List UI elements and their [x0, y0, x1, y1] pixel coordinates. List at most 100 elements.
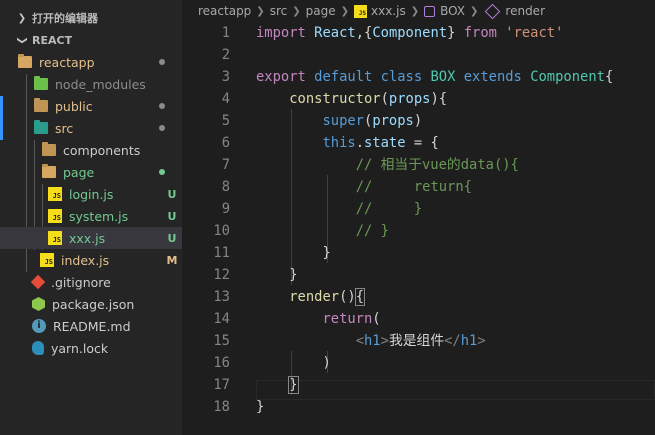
- tree-item-yarn-lock[interactable]: yarn.lock: [0, 337, 182, 359]
- tree-item-xxx-js[interactable]: JS xxx.js U: [0, 227, 182, 249]
- tree-item-index-js[interactable]: JS index.js M: [0, 249, 182, 271]
- code-line[interactable]: 8 // return{: [182, 176, 655, 198]
- code-token: Component: [530, 69, 605, 85]
- status-dot: [159, 59, 165, 65]
- code-line[interactable]: 16 ): [182, 352, 655, 374]
- project-section[interactable]: ❯ REACT: [0, 29, 182, 51]
- yarn-icon: [32, 341, 44, 355]
- code-token: }: [322, 245, 331, 261]
- tree-item-reactapp[interactable]: reactapp: [0, 51, 182, 73]
- line-number: 1: [221, 25, 230, 41]
- code-token: Component: [372, 25, 448, 41]
- line-code: render(){: [256, 286, 366, 308]
- code-line[interactable]: 11 }: [182, 242, 655, 264]
- code-token: }: [447, 25, 464, 41]
- breadcrumb-item[interactable]: render: [505, 4, 545, 18]
- tree-item-page[interactable]: page: [0, 161, 182, 183]
- line-code: }: [256, 396, 264, 418]
- tree-item-public[interactable]: public: [0, 95, 182, 117]
- method-icon: [485, 3, 501, 19]
- code-line[interactable]: 9 // }: [182, 198, 655, 220]
- explorer-sidebar: ❯ 打开的编辑器 ❯ REACT reactapp node_modules p…: [0, 0, 182, 435]
- line-number: 4: [221, 91, 230, 107]
- code-token: export: [256, 69, 306, 85]
- code-line[interactable]: 17 }: [182, 374, 655, 396]
- code-token: </: [444, 333, 461, 349]
- code-token: default: [314, 69, 373, 85]
- code-token: // 相当于vue的data(){: [355, 157, 519, 173]
- breadcrumb-item[interactable]: src: [270, 4, 288, 18]
- code-line[interactable]: 14 return(: [182, 308, 655, 330]
- code-token: (): [339, 289, 356, 305]
- code-editor[interactable]: 1 import React,{Component} from 'react' 2 3…: [182, 22, 655, 435]
- code-line[interactable]: 18}: [182, 396, 655, 418]
- code-line[interactable]: 5 super(props): [182, 110, 655, 132]
- line-code: }: [256, 374, 299, 396]
- code-token: }: [289, 267, 298, 283]
- code-token: extends: [463, 69, 522, 85]
- git-status-badge: U: [167, 209, 177, 223]
- breadcrumb-item[interactable]: BOX: [440, 4, 465, 18]
- breadcrumb-item[interactable]: xxx.js: [371, 4, 406, 18]
- tree-item-src[interactable]: src: [0, 117, 182, 139]
- tree-item-system-js[interactable]: JS system.js U: [0, 205, 182, 227]
- line-code: return(: [256, 308, 380, 330]
- line-code: this.state = {: [256, 132, 438, 154]
- code-line[interactable]: 4 constructor(props){: [182, 88, 655, 110]
- chevron-right-icon: ❯: [256, 5, 265, 17]
- code-line[interactable]: 10 // }: [182, 220, 655, 242]
- status-dot: [159, 125, 165, 131]
- tree-item-components[interactable]: components: [0, 139, 182, 161]
- line-code: // }: [256, 220, 389, 242]
- open-editors-section[interactable]: ❯ 打开的编辑器: [0, 7, 182, 29]
- code-line[interactable]: 7 // 相当于vue的data(){: [182, 154, 655, 176]
- line-number: 12: [213, 267, 230, 283]
- code-token: ,{: [355, 25, 373, 41]
- code-line[interactable]: 2: [182, 44, 655, 66]
- code-token: import: [256, 25, 306, 41]
- code-line[interactable]: 15 <h1>我是组件</h1>: [182, 330, 655, 352]
- folder-src-icon: [34, 120, 48, 134]
- line-code: export default class BOX extends Compone…: [256, 66, 613, 88]
- code-token: >: [380, 333, 389, 349]
- tree-item-node-modules[interactable]: node_modules: [0, 73, 182, 95]
- breadcrumb-item[interactable]: reactapp: [198, 4, 251, 18]
- code-token: {: [604, 69, 614, 85]
- tree-item-gitignore[interactable]: .gitignore: [0, 271, 182, 293]
- line-number: 14: [213, 311, 230, 327]
- tree-item-login-js[interactable]: JS login.js U: [0, 183, 182, 205]
- line-code: }: [256, 264, 298, 286]
- folder-node-icon: [34, 76, 48, 90]
- code-token: super: [322, 113, 364, 129]
- code-token: 'react': [505, 25, 564, 41]
- line-number: 6: [221, 135, 230, 151]
- matched-bracket: }: [288, 376, 299, 394]
- code-token: render: [289, 289, 340, 305]
- info-icon: i: [32, 319, 46, 333]
- code-line[interactable]: 12 }: [182, 264, 655, 286]
- tree-item-package-json[interactable]: package.json: [0, 293, 182, 315]
- javascript-file-icon: JS: [40, 253, 54, 267]
- line-number: 15: [213, 333, 230, 349]
- line-number: 10: [213, 223, 230, 239]
- tree-item-readme-md[interactable]: i README.md: [0, 315, 182, 337]
- code-line[interactable]: 6 this.state = {: [182, 132, 655, 154]
- nodejs-icon: [32, 297, 45, 311]
- breadcrumb-item[interactable]: page: [306, 4, 336, 18]
- code-line[interactable]: 3 export default class BOX extends Compon…: [182, 66, 655, 88]
- chevron-right-icon: ❯: [17, 12, 27, 24]
- code-line[interactable]: 1 import React,{Component} from 'react': [182, 22, 655, 44]
- class-icon: [424, 5, 436, 17]
- code-line[interactable]: 13 render(){: [182, 286, 655, 308]
- open-editors-label: 打开的编辑器: [32, 12, 98, 25]
- line-code: super(props): [256, 110, 422, 132]
